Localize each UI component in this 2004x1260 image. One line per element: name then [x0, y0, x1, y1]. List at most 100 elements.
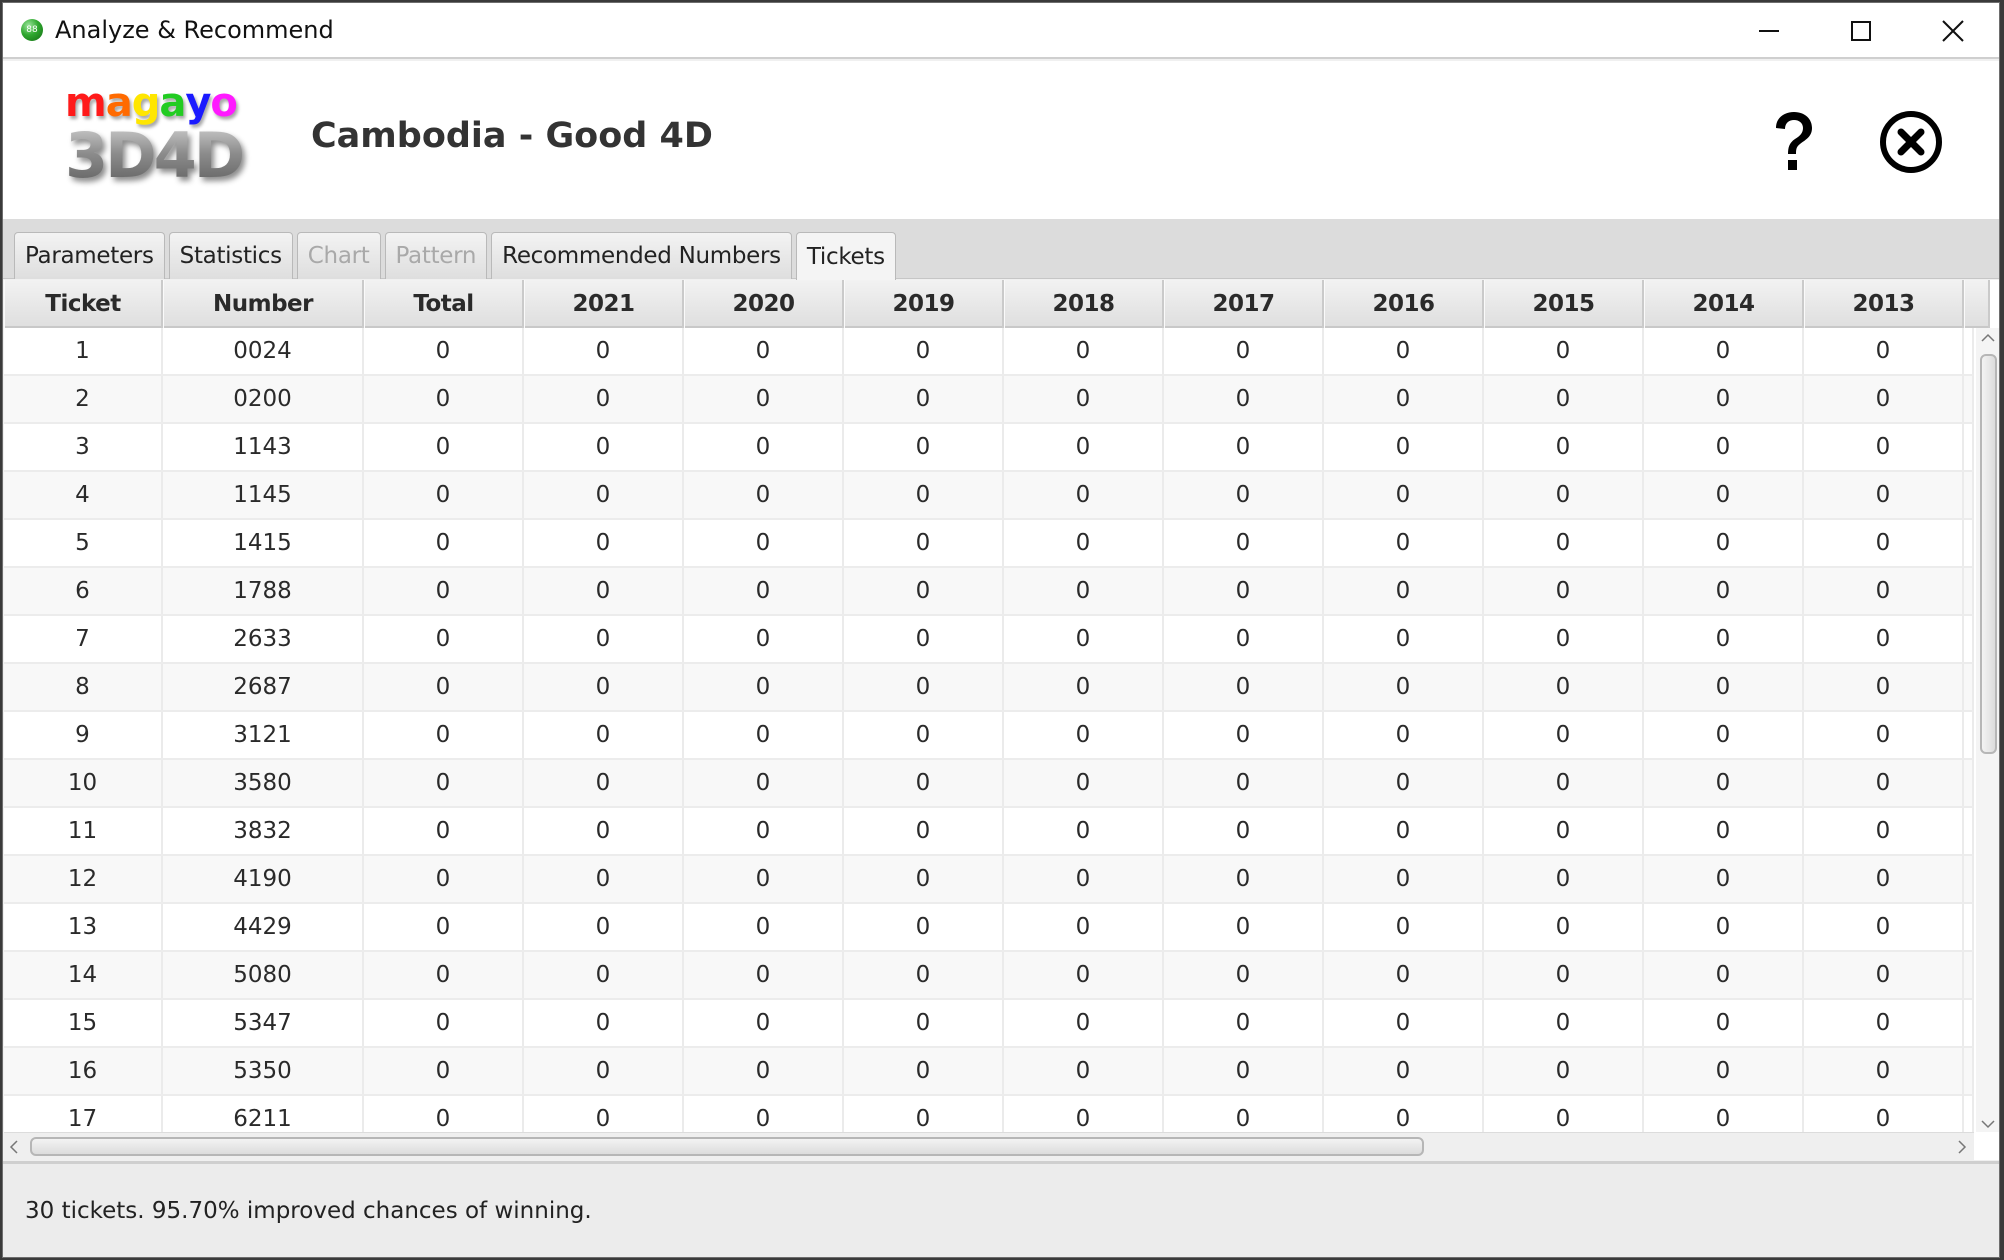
- column-header-2019[interactable]: 2019: [844, 280, 1004, 328]
- table-row[interactable]: 17 6211 0 0 0 0 0 0 0 0 0 0: [4, 1096, 1974, 1132]
- cell-number: 1415: [163, 520, 364, 566]
- table-row[interactable]: 12 4190 0 0 0 0 0 0 0 0 0 0: [4, 856, 1974, 904]
- cell-2018: 0: [1004, 1096, 1164, 1132]
- exit-button[interactable]: [1876, 107, 1946, 177]
- vertical-scroll-thumb[interactable]: [1980, 354, 1997, 754]
- horizontal-scrollbar[interactable]: [4, 1132, 1974, 1160]
- help-icon: [1776, 112, 1812, 170]
- cell-filler: [1964, 568, 1974, 614]
- cell-2019: 0: [844, 328, 1004, 374]
- cell-2016: 0: [1324, 904, 1484, 950]
- column-header-filler: [1964, 280, 1990, 328]
- tab-tickets[interactable]: Tickets: [795, 232, 896, 280]
- cell-2015: 0: [1484, 328, 1644, 374]
- cell-total: 0: [364, 520, 524, 566]
- table-row[interactable]: 1 0024 0 0 0 0 0 0 0 0 0 0: [4, 328, 1974, 376]
- column-header-number[interactable]: Number: [163, 280, 364, 328]
- cell-2017: 0: [1164, 328, 1324, 374]
- cell-number: 6211: [163, 1096, 364, 1132]
- scroll-up-icon[interactable]: [1980, 332, 1996, 344]
- cell-2015: 0: [1484, 712, 1644, 758]
- logo-wordmark: magayo: [65, 83, 255, 123]
- cell-2017: 0: [1164, 856, 1324, 902]
- tab-statistics[interactable]: Statistics: [168, 232, 293, 279]
- cell-2013: 0: [1804, 856, 1964, 902]
- scroll-left-icon[interactable]: [8, 1139, 20, 1155]
- table-row[interactable]: 5 1415 0 0 0 0 0 0 0 0 0 0: [4, 520, 1974, 568]
- cell-ticket: 9: [4, 712, 163, 758]
- cell-ticket: 17: [4, 1096, 163, 1132]
- window-title: Analyze & Recommend: [55, 16, 334, 44]
- cell-filler: [1964, 808, 1974, 854]
- cell-total: 0: [364, 760, 524, 806]
- column-header-2014[interactable]: 2014: [1644, 280, 1804, 328]
- column-header-2020[interactable]: 2020: [684, 280, 844, 328]
- table-row[interactable]: 16 5350 0 0 0 0 0 0 0 0 0 0: [4, 1048, 1974, 1096]
- cell-2019: 0: [844, 664, 1004, 710]
- cell-2015: 0: [1484, 520, 1644, 566]
- table-row[interactable]: 14 5080 0 0 0 0 0 0 0 0 0 0: [4, 952, 1974, 1000]
- cell-2015: 0: [1484, 856, 1644, 902]
- cell-2020: 0: [684, 568, 844, 614]
- cell-ticket: 10: [4, 760, 163, 806]
- cell-2014: 0: [1644, 856, 1804, 902]
- column-header-2015[interactable]: 2015: [1484, 280, 1644, 328]
- table-row[interactable]: 2 0200 0 0 0 0 0 0 0 0 0 0: [4, 376, 1974, 424]
- table-row[interactable]: 10 3580 0 0 0 0 0 0 0 0 0 0: [4, 760, 1974, 808]
- vertical-scrollbar[interactable]: [1976, 328, 1999, 1132]
- window-controls: [1723, 3, 1999, 59]
- column-header-2021[interactable]: 2021: [524, 280, 684, 328]
- cell-2013: 0: [1804, 424, 1964, 470]
- minimize-button[interactable]: [1723, 3, 1815, 59]
- cell-2019: 0: [844, 808, 1004, 854]
- maximize-button[interactable]: [1815, 3, 1907, 59]
- tab-parameters[interactable]: Parameters: [14, 232, 165, 279]
- cell-2016: 0: [1324, 520, 1484, 566]
- help-button[interactable]: [1758, 107, 1828, 177]
- cell-number: 3121: [163, 712, 364, 758]
- cell-2021: 0: [524, 1000, 684, 1046]
- cell-total: 0: [364, 1048, 524, 1094]
- column-header-2018[interactable]: 2018: [1004, 280, 1164, 328]
- cell-filler: [1964, 1000, 1974, 1046]
- cell-2016: 0: [1324, 616, 1484, 662]
- table-row[interactable]: 3 1143 0 0 0 0 0 0 0 0 0 0: [4, 424, 1974, 472]
- cell-2021: 0: [524, 424, 684, 470]
- cell-filler: [1964, 520, 1974, 566]
- table-row[interactable]: 8 2687 0 0 0 0 0 0 0 0 0 0: [4, 664, 1974, 712]
- tab-recommended-numbers[interactable]: Recommended Numbers: [491, 232, 792, 279]
- table-row[interactable]: 4 1145 0 0 0 0 0 0 0 0 0 0: [4, 472, 1974, 520]
- cell-2019: 0: [844, 1048, 1004, 1094]
- table-row[interactable]: 13 4429 0 0 0 0 0 0 0 0 0 0: [4, 904, 1974, 952]
- column-header-2017[interactable]: 2017: [1164, 280, 1324, 328]
- cell-2015: 0: [1484, 1048, 1644, 1094]
- table-row[interactable]: 11 3832 0 0 0 0 0 0 0 0 0 0: [4, 808, 1974, 856]
- table-row[interactable]: 9 3121 0 0 0 0 0 0 0 0 0 0: [4, 712, 1974, 760]
- close-window-button[interactable]: [1907, 3, 1999, 59]
- table-row[interactable]: 6 1788 0 0 0 0 0 0 0 0 0 0: [4, 568, 1974, 616]
- cell-2020: 0: [684, 376, 844, 422]
- cell-2017: 0: [1164, 808, 1324, 854]
- column-header-2016[interactable]: 2016: [1324, 280, 1484, 328]
- title-bar: 88 Analyze & Recommend: [3, 3, 1999, 59]
- cell-2017: 0: [1164, 376, 1324, 422]
- horizontal-scroll-thumb[interactable]: [30, 1137, 1424, 1156]
- cell-2013: 0: [1804, 760, 1964, 806]
- cell-total: 0: [364, 1000, 524, 1046]
- table-row[interactable]: 15 5347 0 0 0 0 0 0 0 0 0 0: [4, 1000, 1974, 1048]
- cell-2017: 0: [1164, 760, 1324, 806]
- cell-2016: 0: [1324, 376, 1484, 422]
- scroll-down-icon[interactable]: [1980, 1118, 1996, 1130]
- scroll-right-icon[interactable]: [1956, 1139, 1968, 1155]
- cell-2015: 0: [1484, 1096, 1644, 1132]
- cell-2017: 0: [1164, 424, 1324, 470]
- cell-number: 5080: [163, 952, 364, 998]
- table-row[interactable]: 7 2633 0 0 0 0 0 0 0 0 0 0: [4, 616, 1974, 664]
- column-header-total[interactable]: Total: [364, 280, 524, 328]
- cell-ticket: 8: [4, 664, 163, 710]
- column-header-2013[interactable]: 2013: [1804, 280, 1964, 328]
- column-header-ticket[interactable]: Ticket: [4, 280, 163, 328]
- cell-filler: [1964, 856, 1974, 902]
- cell-total: 0: [364, 328, 524, 374]
- cell-ticket: 16: [4, 1048, 163, 1094]
